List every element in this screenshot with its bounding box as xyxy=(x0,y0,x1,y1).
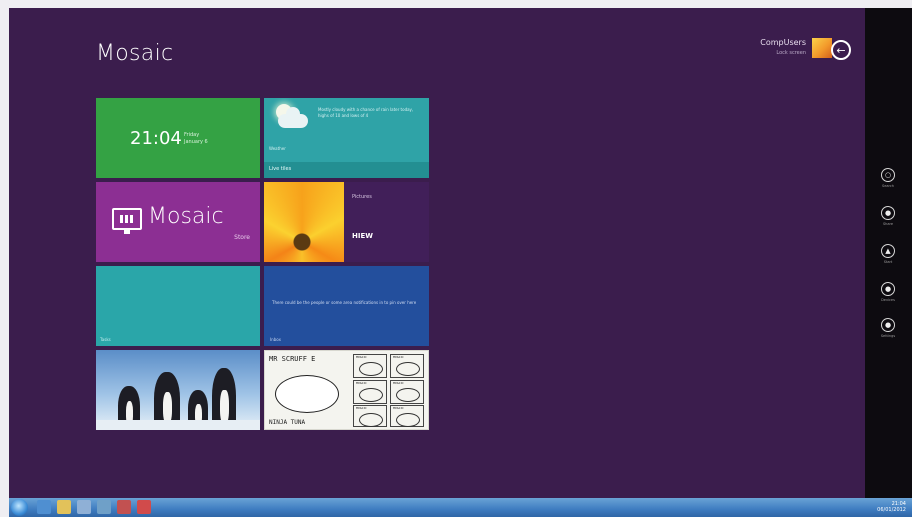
cloud-icon xyxy=(278,107,308,128)
inbox-label: Inbox xyxy=(270,337,281,342)
pictures-value: HIEW xyxy=(352,232,373,240)
app-icon[interactable] xyxy=(97,500,111,514)
app-icon[interactable] xyxy=(117,500,131,514)
share-icon: ● xyxy=(881,206,895,220)
avatar[interactable] xyxy=(812,38,832,58)
start-icon: ▲ xyxy=(881,244,895,258)
comic-panel: MOSAIC xyxy=(390,380,424,404)
weather-strip: Live tiles xyxy=(264,162,429,178)
store-tile[interactable]: Mosaic Store xyxy=(96,182,260,262)
search-charm[interactable]: ○ Search xyxy=(880,168,896,188)
clock-tile[interactable]: 21:04 Friday January 6 xyxy=(96,98,260,178)
monitor-icon xyxy=(112,208,142,234)
user-name: CompUsers xyxy=(760,38,806,47)
back-arrow-icon: ← xyxy=(836,43,846,57)
search-icon: ○ xyxy=(881,168,895,182)
comic-header: MR SCRUFF E xyxy=(269,355,316,363)
inbox-tile[interactable]: There could be the people or some area n… xyxy=(264,266,429,346)
weather-strip-text: Live tiles xyxy=(269,166,292,172)
start-screen: Mosaic CompUsers Lock screen ← 21:04 Fri… xyxy=(9,8,912,498)
weather-tile[interactable]: Mostly cloudy with a chance of rain late… xyxy=(264,98,429,178)
weather-forecast: Mostly cloudy with a chance of rain late… xyxy=(318,107,414,118)
page-title: Mosaic xyxy=(96,41,174,66)
taskbar: 21:04 06/01/2012 xyxy=(9,498,912,517)
charm-label: Devices xyxy=(881,298,895,302)
store-title: Mosaic xyxy=(148,204,224,229)
start-charm[interactable]: ▲ Start xyxy=(880,244,896,264)
flower-image xyxy=(264,182,344,262)
charm-label: Start xyxy=(883,260,893,264)
weather-label: Weather xyxy=(269,146,286,151)
folder-icon[interactable] xyxy=(57,500,71,514)
comic-panel: MOSAIC xyxy=(353,405,387,427)
start-orb-icon[interactable] xyxy=(11,499,28,516)
devices-icon: ● xyxy=(881,282,895,296)
app-icon[interactable] xyxy=(137,500,151,514)
charms-bar: ○ Search ● Share ▲ Start ● Devices ● Set… xyxy=(865,8,912,498)
ie-icon[interactable] xyxy=(37,500,51,514)
comic-tile[interactable]: MR SCRUFF E MOSAIC MOSAIC MOSAIC MOSAIC … xyxy=(264,350,429,430)
ice-floor xyxy=(96,420,260,430)
charm-label: Settings xyxy=(880,334,896,338)
penguins-tile[interactable] xyxy=(96,350,260,430)
comic-footer: NINJA TUNA xyxy=(269,419,306,426)
user-account[interactable]: CompUsers Lock screen xyxy=(760,38,832,58)
charm-label: Share xyxy=(882,222,894,226)
pictures-title: Pictures xyxy=(352,194,372,200)
clock-time: 21:04 xyxy=(130,128,182,149)
share-charm[interactable]: ● Share xyxy=(880,206,896,226)
settings-icon: ● xyxy=(881,318,895,332)
pictures-tile[interactable]: Pictures HIEW xyxy=(264,182,429,262)
devices-charm[interactable]: ● Devices xyxy=(880,282,896,302)
charm-label: Search xyxy=(881,184,895,188)
back-button[interactable]: ← xyxy=(831,40,851,60)
user-subtitle: Lock screen xyxy=(776,50,806,56)
settings-charm[interactable]: ● Settings xyxy=(880,318,896,338)
tasks-label: Tasks xyxy=(100,337,111,342)
system-tray-clock[interactable]: 21:04 06/01/2012 xyxy=(877,501,906,513)
inbox-text: There could be the people or some area n… xyxy=(272,300,417,305)
comic-panel: MOSAIC xyxy=(353,354,387,378)
tray-date: 06/01/2012 xyxy=(877,507,906,513)
store-subtitle: Store xyxy=(234,234,250,241)
comic-cloud xyxy=(275,375,339,413)
media-icon[interactable] xyxy=(77,500,91,514)
tasks-tile[interactable]: Tasks xyxy=(96,266,260,346)
clock-date: Friday January 6 xyxy=(184,132,208,145)
comic-panel: MOSAIC xyxy=(390,405,424,427)
comic-panel: MOSAIC xyxy=(353,380,387,404)
comic-panel: MOSAIC xyxy=(390,354,424,378)
